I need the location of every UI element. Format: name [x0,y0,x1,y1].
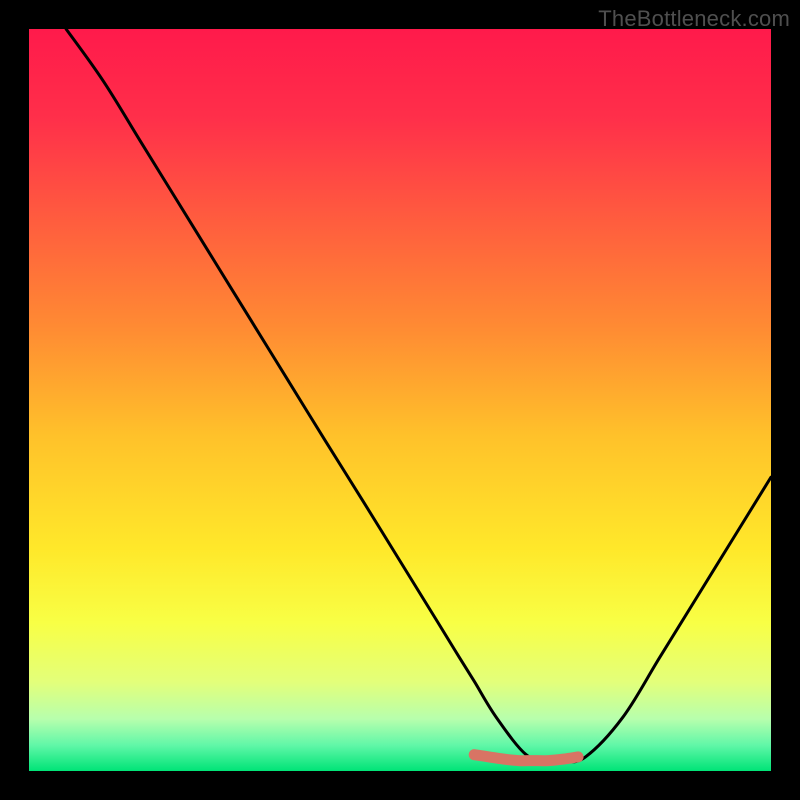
plot-area [29,29,771,771]
plot-svg [29,29,771,771]
valley-marker [474,755,578,761]
chart-frame: TheBottleneck.com [0,0,800,800]
